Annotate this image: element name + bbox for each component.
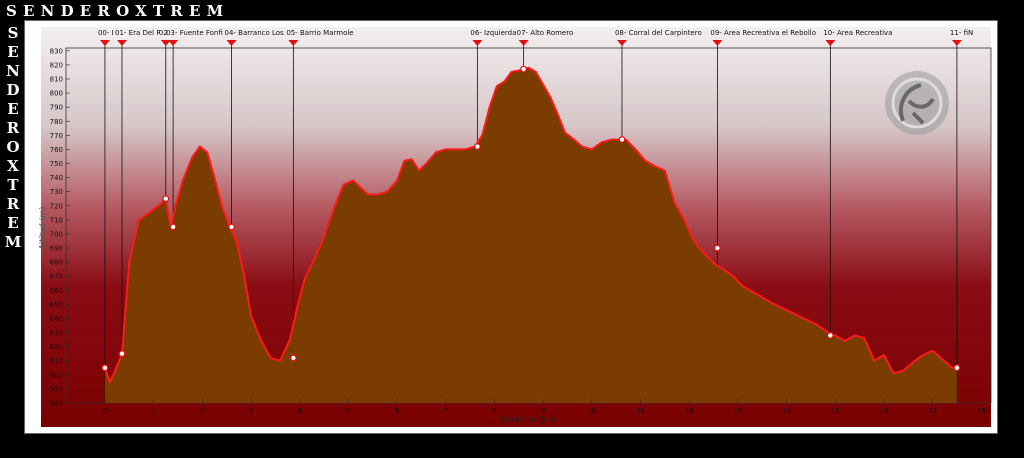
x-tick-label: 16 (879, 407, 888, 415)
y-tick-label: 650 (50, 301, 63, 309)
waypoint-label: 04- Barranco Los (225, 29, 285, 37)
chart-frame: 00- I 01- Era Del F 0 2 03- Fuente Fonfi 04- … (24, 20, 998, 434)
waypoint-marker (101, 364, 109, 372)
y-tick-label: 780 (50, 118, 63, 126)
y-tick-label: 670 (50, 273, 63, 281)
brand-title: SENDEROXTREM (6, 2, 230, 20)
y-tick-label: 610 (50, 357, 63, 365)
brand-letter: X (7, 157, 19, 175)
waypoint-label: 00- I (98, 29, 114, 37)
y-tick-label: 710 (50, 216, 63, 224)
waypoint-label: 08- Corral del Carpintero (615, 29, 702, 37)
y-tick-label: 800 (50, 90, 63, 98)
waypoint-label: 03- Fuente Fonfi (166, 29, 223, 37)
brand-letter: E (7, 214, 19, 232)
y-tick-label: 810 (50, 75, 63, 83)
waypoint-label: 09- Area Recreativa el Rebollo (710, 29, 816, 37)
waypoint-marker (228, 223, 235, 231)
x-tick-label: 7 (444, 407, 448, 415)
x-tick-label: 10 (587, 407, 596, 415)
y-tick-label: 760 (50, 146, 63, 154)
y-tick-label: 620 (50, 343, 63, 351)
waypoint-marker (162, 195, 170, 203)
brand-vertical-title: SENDEROXTREM (4, 24, 22, 252)
x-tick-label: 3 (249, 407, 253, 415)
waypoint-label: 10- Area Recreativa (823, 29, 892, 37)
y-tick-label: 690 (50, 245, 63, 253)
waypoint-marker (953, 364, 961, 372)
x-tick-label: 13 (733, 407, 742, 415)
x-tick-label: 9 (541, 407, 545, 415)
x-tick-label: 6 (395, 407, 400, 415)
waypoint-marker (826, 331, 834, 339)
waypoint-marker (169, 223, 177, 231)
x-tick-label: 17 (928, 407, 937, 415)
waypoint-marker (118, 350, 126, 358)
brand-letter: E (7, 100, 19, 118)
brand-letter: T (7, 176, 19, 194)
x-tick-label: 0 (103, 407, 107, 415)
waypoint-label: 07- Alto Romero (517, 29, 574, 37)
y-tick-label: 640 (50, 315, 63, 323)
x-tick-label: 4 (297, 407, 302, 415)
y-tick-label: 630 (50, 329, 63, 337)
y-tick-label: 790 (50, 104, 63, 112)
y-tick-label: 590 (50, 385, 63, 393)
y-axis-label: Altitud (m) (38, 207, 47, 250)
y-tick-label: 720 (50, 202, 63, 210)
waypoint-label: 05- Barrio Marmole (286, 29, 353, 37)
y-tick-label: 830 (50, 47, 63, 55)
y-tick-label: 730 (50, 188, 63, 196)
x-tick-label: 18 (977, 407, 986, 415)
brand-letter: E (7, 43, 19, 61)
x-axis-label: Distancia (km) (499, 415, 557, 424)
brand-letter: R (6, 119, 20, 137)
y-tick-label: 740 (50, 174, 63, 182)
x-tick-label: 15 (831, 407, 840, 415)
waypoint-marker (289, 354, 297, 362)
y-tick-label: 770 (50, 132, 63, 140)
elevation-profile-chart: 00- I 01- Era Del F 0 2 03- Fuente Fonfi 04- … (38, 27, 992, 427)
waypoint-marker (520, 65, 528, 73)
x-tick-label: 12 (685, 407, 694, 415)
y-tick-label: 580 (50, 400, 63, 408)
brand-letter: R (6, 195, 20, 213)
y-tick-label: 680 (50, 259, 63, 267)
x-tick-label: 11 (636, 407, 645, 415)
x-tick-label: 5 (346, 407, 350, 415)
brand-letter: N (6, 62, 20, 80)
waypoint-marker (618, 136, 626, 143)
y-tick-label: 700 (50, 230, 63, 238)
x-tick-label: 2 (200, 407, 204, 415)
x-tick-label: 14 (782, 407, 791, 415)
brand-letter: M (4, 233, 22, 251)
waypoint-label: 06- Izquierda (470, 29, 516, 37)
brand-letter: S (7, 24, 19, 42)
y-tick-label: 750 (50, 160, 63, 168)
y-tick-label: 600 (50, 371, 63, 379)
waypoint-label: 01- Era Del F (115, 29, 160, 37)
brand-letter: D (6, 81, 20, 99)
y-tick-label: 660 (50, 287, 63, 295)
waypoint-label: 11- fiN (950, 29, 973, 37)
waypoint-marker (473, 143, 481, 151)
x-tick-label: 8 (492, 407, 496, 415)
y-tick-label: 820 (50, 61, 63, 69)
senderoxtrem-logo (885, 71, 949, 135)
x-tick-label: 1 (151, 407, 155, 415)
waypoint-marker (713, 244, 721, 252)
brand-letter: O (6, 138, 20, 156)
